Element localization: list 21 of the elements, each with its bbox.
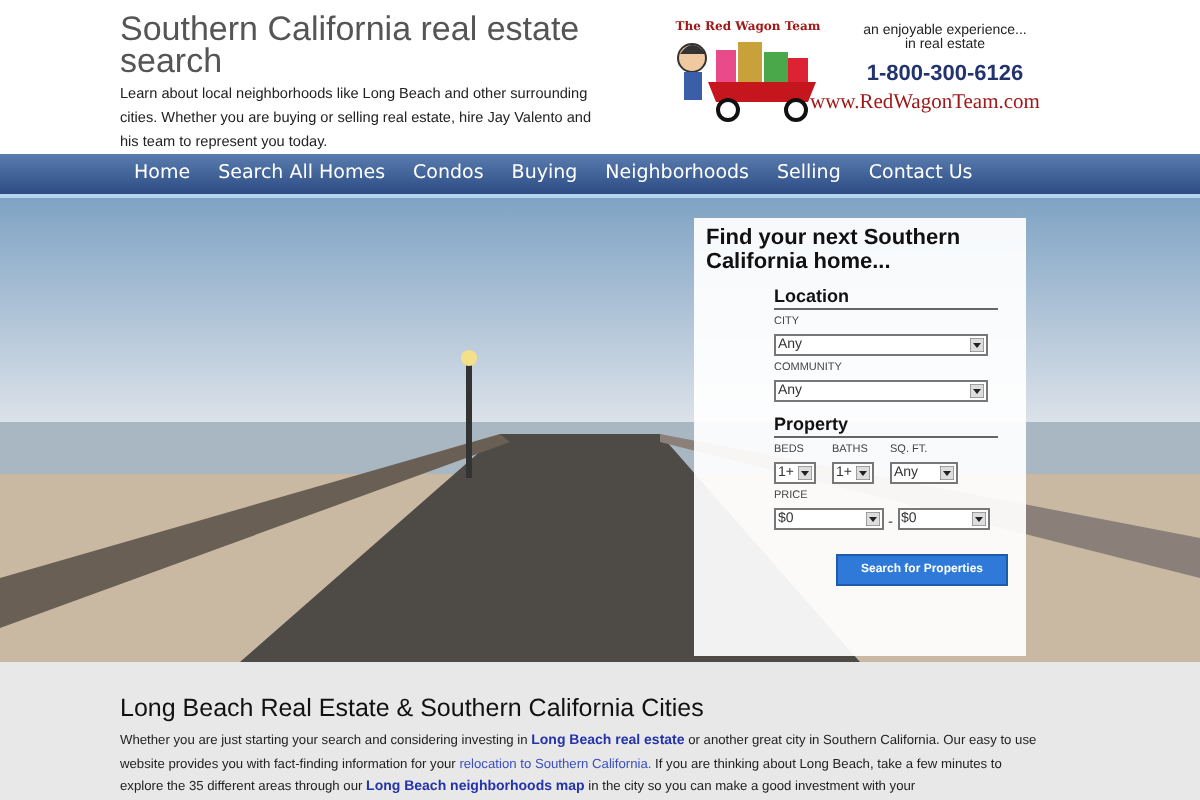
dropdown-arrow-icon — [940, 465, 954, 480]
nav-link[interactable]: Search All Homes — [204, 162, 400, 185]
dropdown-arrow-icon — [866, 511, 880, 526]
section-heading: Property — [774, 413, 998, 438]
nav-link[interactable]: Condos — [399, 162, 498, 185]
nav-link[interactable]: Neighborhoods — [591, 162, 764, 185]
nav-link[interactable]: Selling — [763, 162, 855, 185]
nav-link[interactable]: Buying — [497, 162, 592, 185]
site-title[interactable]: Southern California real estate search — [120, 14, 610, 78]
nav-link[interactable]: Home — [120, 162, 205, 185]
phone-number: 1-800-300-6126 — [866, 62, 1024, 86]
dropdown-arrow-icon — [798, 465, 812, 480]
section-heading: Location — [774, 285, 998, 310]
dropdown-arrow-icon — [971, 511, 986, 526]
nav-link[interactable]: Contact Us — [854, 162, 987, 185]
section-heading: Long Beach Real Estate & Southern California Cities — [120, 693, 706, 722]
dropdown-arrow-icon — [856, 465, 870, 480]
website-address: www.RedWagonTeam.com — [810, 92, 1040, 114]
panel-title: Find your next Southern California home... — [706, 225, 963, 274]
dropdown-arrow-icon — [970, 383, 984, 398]
dropdown-arrow-icon — [970, 337, 984, 352]
